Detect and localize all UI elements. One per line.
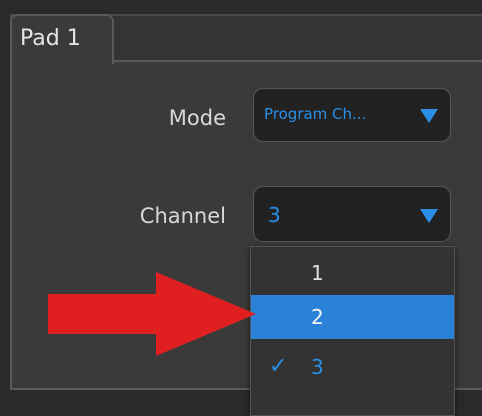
mode-label: Mode — [168, 106, 226, 130]
mode-select-value: Program Ch... — [264, 105, 367, 123]
channel-dropdown-menu: 1 2 ✓ 3 — [250, 246, 455, 416]
option-label: 1 — [311, 261, 324, 285]
chevron-down-icon — [420, 109, 438, 123]
tab-pad-1[interactable]: Pad 1 — [10, 14, 114, 64]
channel-label: Channel — [139, 204, 226, 228]
dropdown-option-2[interactable]: 2 — [251, 295, 454, 339]
pad-editor-window: Pad 1 Mode Program Ch... Channel 3 1 2 ✓… — [0, 0, 482, 416]
channel-select-value: 3 — [268, 203, 281, 227]
option-label: 2 — [311, 305, 324, 329]
dropdown-option-1[interactable]: 1 — [251, 251, 454, 295]
dropdown-option-3[interactable]: ✓ 3 — [251, 345, 454, 389]
mode-select[interactable]: Program Ch... — [253, 88, 451, 142]
channel-select[interactable]: 3 — [253, 186, 451, 242]
checkmark-icon: ✓ — [269, 354, 288, 379]
option-label: 3 — [311, 355, 324, 379]
tab-label: Pad 1 — [20, 26, 81, 51]
chevron-down-icon — [420, 209, 438, 223]
red-right-arrow-icon — [48, 272, 256, 356]
